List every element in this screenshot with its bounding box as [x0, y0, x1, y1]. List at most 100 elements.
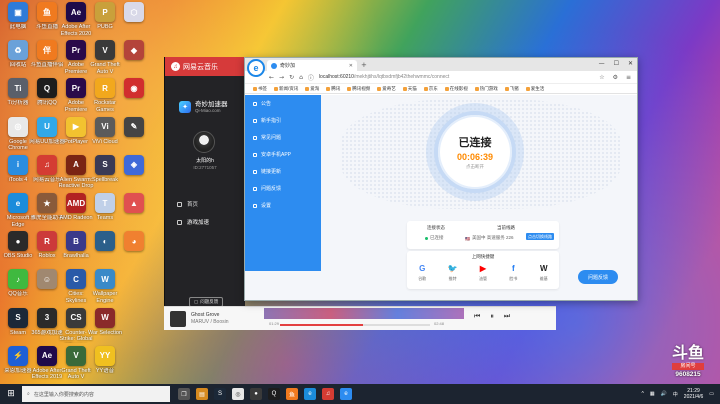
progress-bar[interactable]	[280, 324, 430, 326]
quick-link[interactable]: 🐦 推特	[448, 263, 458, 282]
page-menu-label: 常见问题	[261, 135, 282, 141]
netease-music-icon[interactable]: ♫	[322, 388, 334, 400]
bookmark-item[interactable]: 书签	[253, 86, 267, 92]
page-menu-item[interactable]: 设置	[245, 197, 321, 214]
volume-icon[interactable]: 🔊	[661, 391, 667, 397]
desktop-icon[interactable]	[118, 308, 150, 352]
avatar[interactable]	[193, 131, 215, 153]
bookmark-item[interactable]: 爱奇艺	[377, 86, 396, 92]
menu-item-home[interactable]: 首页	[165, 195, 245, 213]
browser-icon[interactable]: e	[340, 388, 352, 400]
menu-item-icon	[253, 118, 257, 123]
bookmark-label: 京东	[428, 85, 438, 91]
douyu-icon: 鱼	[37, 2, 57, 22]
notification-icon[interactable]: ▭	[709, 391, 714, 397]
song-artist: MARUV / Boosin	[191, 318, 229, 325]
app-icon: ◈	[124, 154, 144, 175]
quick-link-label: 推特	[448, 276, 457, 281]
quick-link[interactable]: f 脸书	[508, 263, 518, 282]
page-feedback-button[interactable]: 问题反馈	[578, 270, 618, 284]
bookmark-item[interactable]: 爱淘	[305, 86, 319, 92]
new-tab-icon[interactable]: +	[361, 61, 367, 69]
file-explorer-icon[interactable]: ▤	[196, 388, 208, 400]
bookmark-item[interactable]: 热门游戏	[474, 86, 498, 92]
connect-status[interactable]: 已连接 00:06:39 点击断开	[434, 111, 516, 193]
steam-icon[interactable]: S	[214, 388, 226, 400]
blank-icon	[124, 269, 144, 289]
bookmark-item[interactable]: 飞猪	[504, 86, 519, 92]
bookmark-item[interactable]: 天猫	[402, 86, 417, 92]
home-icon	[177, 201, 182, 207]
menu-icon[interactable]: ≡	[626, 74, 631, 81]
pause-icon[interactable]: ⏸	[490, 312, 494, 321]
windows-start-icon[interactable]: ⊞	[0, 384, 22, 404]
bookmark-label: 腾讯视频	[352, 85, 371, 91]
browser-logo-icon: e	[247, 59, 265, 77]
bookmark-item[interactable]: 爱生活	[525, 86, 544, 92]
tab-close-icon[interactable]: ✕	[349, 63, 353, 69]
next-icon[interactable]: ⏭	[504, 312, 510, 321]
recycle-bin-icon: ♻	[8, 40, 28, 61]
page-menu-item[interactable]: 新手指引	[245, 112, 321, 129]
google-icon: G	[419, 263, 426, 273]
douyu-icon[interactable]: 鱼	[286, 388, 298, 400]
quick-link-label: 谷歌	[418, 276, 427, 281]
chevron-up-icon[interactable]: ^	[641, 391, 643, 397]
taskbar: ⊞ ⌕ 在这里输入你要搜索的内容 ❐ ▤ S ◎ ● Q 鱼 e ♫ e ^ ▦…	[0, 384, 720, 404]
taskbar-search[interactable]: ⌕ 在这里输入你要搜索的内容	[22, 386, 170, 402]
url-field[interactable]: localhost:60210/mekhjtihs/lqtbxdmfjb42th…	[319, 74, 449, 80]
node-label: 当前线路	[497, 225, 515, 230]
window-controls: — ☐ ✕	[599, 60, 633, 67]
player-controls: ⏮ ⏸ ⏭	[474, 312, 510, 321]
quick-link[interactable]: G 谷歌	[417, 263, 427, 282]
room-number: 9608215	[675, 371, 701, 378]
quick-link[interactable]: ▶ 油管	[478, 263, 488, 282]
reload-icon[interactable]: ↻	[289, 74, 294, 81]
home-icon[interactable]: ⌂	[299, 74, 303, 81]
forward-icon[interactable]: →	[279, 74, 284, 81]
bookmark-item[interactable]: 腾讯	[326, 86, 340, 92]
change-node-button[interactable]: 点击切换线路	[526, 233, 554, 240]
clock[interactable]: 21:29 2021/4/6	[684, 388, 703, 400]
bookmark-item[interactable]: 在线影视	[444, 86, 468, 92]
status-dot-icon	[425, 236, 428, 240]
page-menu-item[interactable]: 公告	[245, 95, 321, 112]
connection-state: 已连接	[458, 137, 492, 149]
bookmark-item[interactable]: 腾讯视频	[347, 86, 370, 92]
lian-icon: ⚡	[8, 345, 28, 366]
album-cover[interactable]	[170, 310, 186, 327]
page-menu-label: 链接更新	[261, 169, 282, 175]
song-info: Ghost Grove MARUV / Boosin	[191, 312, 229, 326]
network-icon[interactable]: ▦	[650, 391, 655, 397]
connection-timer: 00:06:39	[456, 152, 494, 162]
qq-icon[interactable]: Q	[268, 388, 280, 400]
star-icon[interactable]: ☆	[599, 74, 604, 81]
page-menu-item[interactable]: 常见问题	[245, 129, 321, 146]
minimize-icon[interactable]: —	[599, 60, 605, 67]
page-menu-item[interactable]: 链接更新	[245, 163, 321, 180]
tab-active[interactable]: 奇妙加 ✕	[267, 60, 357, 71]
edge-icon[interactable]: e	[304, 388, 316, 400]
potplayer-icon: ▶	[66, 116, 86, 137]
bookmark-icon	[377, 86, 382, 91]
back-icon[interactable]: ←	[269, 74, 274, 81]
close-icon[interactable]: ✕	[628, 60, 633, 67]
disconnect-link[interactable]: 点击断开	[466, 164, 484, 170]
bookmark-item[interactable]: 新闻/资讯	[274, 86, 298, 92]
username: 太阳的h	[196, 158, 214, 164]
page-menu-item[interactable]: 问题反馈	[245, 180, 321, 197]
spellbreak-icon: S	[95, 154, 115, 175]
page-menu-label: 新手指引	[261, 118, 282, 124]
page-menu-item[interactable]: 安卓手机APP	[245, 146, 321, 163]
maximize-icon[interactable]: ☐	[614, 60, 619, 67]
prev-icon[interactable]: ⏮	[474, 312, 480, 321]
task-view-icon[interactable]: ❐	[178, 388, 190, 400]
extension-icon[interactable]: ⚙	[613, 74, 618, 81]
bookmark-label: 爱奇艺	[382, 85, 396, 91]
bookmark-item[interactable]: 京东	[423, 85, 438, 92]
menu-item-accelerate[interactable]: 游戏加速	[165, 213, 245, 231]
quick-link[interactable]: W 维基	[539, 263, 549, 282]
obs-icon[interactable]: ●	[250, 388, 262, 400]
ime-icon[interactable]: 中	[673, 391, 678, 398]
chrome-icon[interactable]: ◎	[232, 388, 244, 400]
